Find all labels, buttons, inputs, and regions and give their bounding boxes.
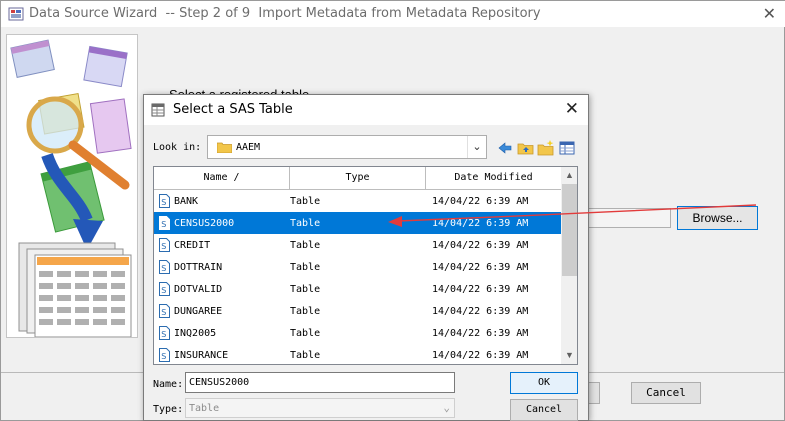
wizard-title: Data Source Wizard -- Step 2 of 9 Import… bbox=[29, 6, 541, 21]
dialog-close-icon[interactable]: ✕ bbox=[565, 99, 579, 119]
up-folder-icon[interactable] bbox=[517, 139, 535, 157]
row-name: INQ2005 bbox=[174, 328, 217, 339]
sas-table-icon: S bbox=[159, 194, 170, 208]
row-name: DOTTRAIN bbox=[174, 262, 223, 273]
row-type: Table bbox=[290, 262, 321, 273]
row-date: 14/04/22 6:39 AM bbox=[432, 350, 529, 361]
type-label: Type: bbox=[153, 404, 184, 415]
sas-table-icon: S bbox=[159, 260, 170, 274]
row-date: 14/04/22 6:39 AM bbox=[432, 306, 529, 317]
column-header-type[interactable]: Type bbox=[290, 167, 426, 190]
wizard-illustration bbox=[6, 34, 138, 338]
look-in-value: AAEM bbox=[236, 142, 261, 153]
wizard-title-bar: Data Source Wizard -- Step 2 of 9 Import… bbox=[1, 1, 785, 27]
browse-button[interactable]: Browse... bbox=[677, 206, 758, 230]
table-row-selected[interactable]: S CENSUS2000 Table 14/04/22 6:39 AM bbox=[154, 212, 561, 234]
row-type: Table bbox=[290, 284, 321, 295]
row-date: 14/04/22 6:39 AM bbox=[432, 240, 529, 251]
row-date: 14/04/22 6:39 AM bbox=[432, 262, 529, 273]
row-type: Table bbox=[290, 240, 321, 251]
column-header-name[interactable]: Name / bbox=[154, 167, 290, 190]
table-row[interactable]: S INQ2005 Table 14/04/22 6:39 AM bbox=[154, 322, 561, 344]
wizard-cancel-button[interactable]: Cancel bbox=[631, 382, 701, 404]
svg-text:S: S bbox=[161, 198, 166, 207]
ok-button[interactable]: OK bbox=[510, 372, 578, 394]
select-sas-table-dialog: Select a SAS Table ✕ Look in: AAEM ⌄ Nam… bbox=[143, 94, 589, 421]
row-date: 14/04/22 6:39 AM bbox=[432, 328, 529, 339]
chevron-down-icon: ⌄ bbox=[443, 401, 450, 414]
svg-text:S: S bbox=[161, 220, 166, 229]
sas-table-icon: S bbox=[159, 348, 170, 362]
dialog-title: Select a SAS Table bbox=[173, 102, 293, 117]
svg-text:S: S bbox=[161, 330, 166, 339]
cancel-button[interactable]: Cancel bbox=[510, 399, 578, 421]
svg-text:S: S bbox=[161, 352, 166, 361]
row-name: INSURANCE bbox=[174, 350, 229, 361]
row-type: Table bbox=[290, 328, 321, 339]
row-name: CENSUS2000 bbox=[174, 218, 235, 229]
svg-text:S: S bbox=[161, 242, 166, 251]
svg-text:S: S bbox=[161, 286, 166, 295]
back-arrow-icon[interactable] bbox=[496, 139, 514, 157]
row-name: DUNGAREE bbox=[174, 306, 223, 317]
look-in-label: Look in: bbox=[153, 142, 202, 153]
row-type: Table bbox=[290, 218, 321, 229]
name-input[interactable]: CENSUS2000 bbox=[185, 372, 455, 393]
new-folder-icon[interactable] bbox=[537, 139, 555, 157]
sas-table-list: Name / Type Date Modified S BANK Table 1… bbox=[153, 166, 578, 365]
details-view-icon[interactable] bbox=[558, 139, 576, 157]
table-row[interactable]: S BANK Table 14/04/22 6:39 AM bbox=[154, 190, 561, 212]
scroll-up-icon[interactable]: ▲ bbox=[561, 167, 577, 184]
row-type: Table bbox=[290, 350, 321, 361]
sas-table-icon: S bbox=[159, 304, 170, 318]
row-date: 14/04/22 6:39 AM bbox=[432, 196, 529, 207]
table-row[interactable]: S DUNGAREE Table 14/04/22 6:39 AM bbox=[154, 300, 561, 322]
type-select: Table ⌄ bbox=[185, 398, 455, 418]
wizard-close-icon[interactable]: ✕ bbox=[763, 4, 776, 23]
row-type: Table bbox=[290, 196, 321, 207]
sas-table-icon: S bbox=[159, 282, 170, 296]
row-type: Table bbox=[290, 306, 321, 317]
row-date: 14/04/22 6:39 AM bbox=[432, 218, 529, 229]
dialog-table-icon bbox=[151, 103, 165, 117]
look-in-combobox[interactable]: AAEM ⌄ bbox=[207, 135, 487, 159]
wizard-app-icon bbox=[8, 7, 24, 21]
name-label: Name: bbox=[153, 379, 184, 390]
sas-table-icon: S bbox=[159, 216, 170, 230]
sas-table-icon: S bbox=[159, 238, 170, 252]
folder-icon bbox=[217, 142, 232, 153]
svg-text:S: S bbox=[161, 264, 166, 273]
scrollbar-thumb[interactable] bbox=[562, 184, 577, 276]
dialog-title-bar: Select a SAS Table ✕ bbox=[144, 95, 588, 125]
wizard-illustration-graphic bbox=[7, 35, 137, 337]
list-vertical-scrollbar[interactable]: ▲ ▼ bbox=[561, 167, 577, 364]
table-row[interactable]: S INSURANCE Table 14/04/22 6:39 AM bbox=[154, 344, 561, 364]
row-name: BANK bbox=[174, 196, 199, 207]
table-row[interactable]: S DOTTRAIN Table 14/04/22 6:39 AM bbox=[154, 256, 561, 278]
chevron-down-icon[interactable]: ⌄ bbox=[467, 136, 486, 158]
type-select-value: Table bbox=[189, 403, 220, 414]
table-row[interactable]: S CREDIT Table 14/04/22 6:39 AM bbox=[154, 234, 561, 256]
row-date: 14/04/22 6:39 AM bbox=[432, 284, 529, 295]
sas-table-icon: S bbox=[159, 326, 170, 340]
row-name: DOTVALID bbox=[174, 284, 223, 295]
row-name: CREDIT bbox=[174, 240, 211, 251]
scroll-down-icon[interactable]: ▼ bbox=[561, 347, 577, 364]
column-header-date-modified[interactable]: Date Modified bbox=[426, 167, 562, 190]
svg-text:S: S bbox=[161, 308, 166, 317]
table-row[interactable]: S DOTVALID Table 14/04/22 6:39 AM bbox=[154, 278, 561, 300]
